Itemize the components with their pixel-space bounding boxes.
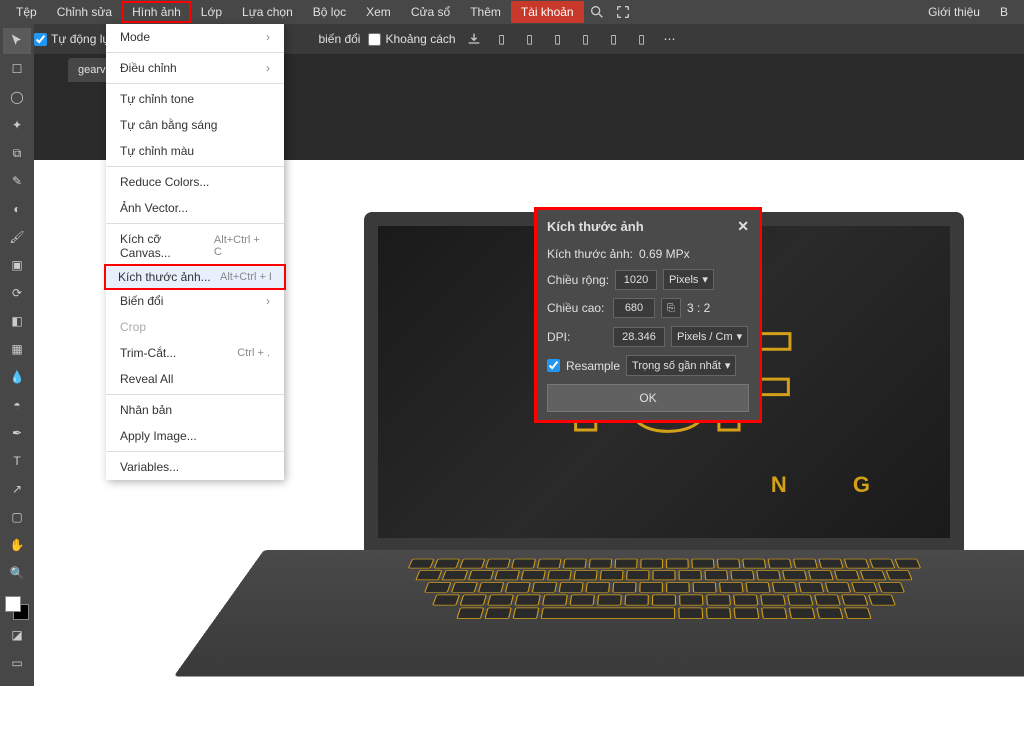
align-center-icon[interactable]: ▯ [520,29,540,49]
align-bottom-icon[interactable]: ▯ [632,29,652,49]
menu-biendoi[interactable]: Biến đổi› [106,288,284,314]
size-value: 0.69 MPx [639,247,690,261]
stamp-tool[interactable]: ▣ [3,252,31,278]
menu-cuaso[interactable]: Cửa sổ [401,1,460,23]
hand-tool[interactable]: ✋ [3,532,31,558]
align-left-icon[interactable]: ▯ [492,29,512,49]
menu-account[interactable]: Tài khoản [511,1,584,23]
more-icon[interactable]: ⋯ [660,29,680,49]
fg-color[interactable] [5,596,21,612]
khoangcach-label: Khoảng cách [385,32,455,46]
menu-anhvector[interactable]: Ảnh Vector... [106,195,284,221]
width-input[interactable] [615,270,657,290]
align-top-icon[interactable]: ▯ [576,29,596,49]
link-icon[interactable]: ⎘ [661,298,681,318]
lasso-tool[interactable]: ◯ [3,84,31,110]
menu-trim[interactable]: Trim-Cắt...Ctrl + . [106,340,284,366]
brush-tool[interactable]: 🖌 [3,224,31,250]
menu-nhanban[interactable]: Nhân bản [106,397,284,423]
wand-tool[interactable]: ✦ [3,112,31,138]
menu-tuchinhtone[interactable]: Tự chỉnh tone [106,86,284,112]
align-right-icon[interactable]: ▯ [548,29,568,49]
hinhanh-dropdown: Mode› Điều chỉnh› Tự chỉnh tone Tự cân b… [106,24,284,480]
dpi-input[interactable] [613,327,665,347]
menu-chinhsua[interactable]: Chỉnh sửa [47,1,122,23]
heal-tool[interactable]: ◐ [3,196,31,222]
marquee-tool[interactable]: ☐ [3,56,31,82]
menu-luachon[interactable]: Lựa chọn [232,1,303,23]
menu-imagesize[interactable]: Kích thước ảnh...Alt+Ctrl + I [104,264,286,290]
ratio-label: 3 : 2 [687,301,710,315]
width-label: Chiều rộng: [547,273,609,287]
dodge-tool[interactable]: ◓ [3,392,31,418]
menu-tep[interactable]: Tệp [6,1,47,23]
text-tool[interactable]: T [3,448,31,474]
resample-label: Resample [566,359,620,373]
eraser-tool[interactable]: ◧ [3,308,31,334]
tool-sidebar: ☐ ◯ ✦ ⧉ ✎ ◐ 🖌 ▣ ⟳ ◧ ▦ 💧 ◓ ✒ T ↗ ▢ ✋ 🔍 ◪ … [0,24,34,686]
close-icon[interactable]: ✕ [737,218,749,235]
ok-button[interactable]: OK [547,384,749,412]
download-icon[interactable] [464,29,484,49]
khoangcach-checkbox[interactable]: Khoảng cách [368,32,455,46]
menu-tucanbang[interactable]: Tự cân bằng sáng [106,112,284,138]
pen-tool[interactable]: ✒ [3,420,31,446]
autosnap-checkbox[interactable]: Tự động lự [34,32,110,46]
eyedropper-tool[interactable]: ✎ [3,168,31,194]
autosnap-label: Tự động lự [51,32,110,46]
history-tool[interactable]: ⟳ [3,280,31,306]
menu-mode[interactable]: Mode› [106,24,284,50]
menu-hinhanh[interactable]: Hình ảnh [122,1,191,23]
dpi-units-select[interactable]: Pixels / Cm ▾ [671,326,748,347]
shape-tool[interactable]: ▢ [3,504,31,530]
fullscreen-icon[interactable] [612,1,634,23]
menu-boloc[interactable]: Bộ lọc [303,1,356,23]
menu-crop: Crop [106,314,284,340]
menu-them[interactable]: Thêm [460,1,511,23]
height-input[interactable] [613,298,655,318]
screenmode-tool[interactable]: ▭ [3,650,31,676]
color-swatch[interactable] [5,596,29,620]
imagesize-dialog: Kích thước ảnh ✕ Kích thước ảnh: 0.69 MP… [534,207,762,423]
menu-revealall[interactable]: Reveal All [106,366,284,392]
menu-canvassize[interactable]: Kích cỡ Canvas...Alt+Ctrl + C [106,226,284,266]
height-label: Chiều cao: [547,301,607,315]
menu-gioithieu[interactable]: Giới thiệu [918,1,990,23]
gradient-tool[interactable]: ▦ [3,336,31,362]
move-tool[interactable] [3,28,31,54]
quickmask-tool[interactable]: ◪ [3,622,31,648]
resample-method-select[interactable]: Trọng số gần nhất ▾ [626,355,736,376]
units-select[interactable]: Pixels ▾ [663,269,714,290]
blur-tool[interactable]: 💧 [3,364,31,390]
menu-xem[interactable]: Xem [356,1,401,23]
menu-lop[interactable]: Lớp [191,1,232,23]
menu-variables[interactable]: Variables... [106,454,284,480]
menu-applyimage[interactable]: Apply Image... [106,423,284,449]
khoangcach-input[interactable] [368,33,381,46]
menu-tuchinhmau[interactable]: Tự chỉnh màu [106,138,284,164]
zoom-tool[interactable]: 🔍 [3,560,31,586]
search-icon[interactable] [586,1,608,23]
align-middle-icon[interactable]: ▯ [604,29,624,49]
menu-dieuchinh[interactable]: Điều chỉnh› [106,55,284,81]
tuf-ng: N G [771,472,900,498]
menu-b[interactable]: B [990,1,1018,23]
biendoi-label: biến đổi [318,32,360,46]
dpi-label: DPI: [547,330,607,344]
menu-reducecolors[interactable]: Reduce Colors... [106,169,284,195]
autosnap-input[interactable] [34,33,47,46]
path-tool[interactable]: ↗ [3,476,31,502]
size-label: Kích thước ảnh: [547,247,633,261]
dialog-title: Kích thước ảnh [547,219,644,234]
resample-checkbox[interactable] [547,359,560,372]
menubar: Tệp Chỉnh sửa Hình ảnh Lớp Lựa chọn Bộ l… [0,0,1024,24]
crop-tool[interactable]: ⧉ [3,140,31,166]
